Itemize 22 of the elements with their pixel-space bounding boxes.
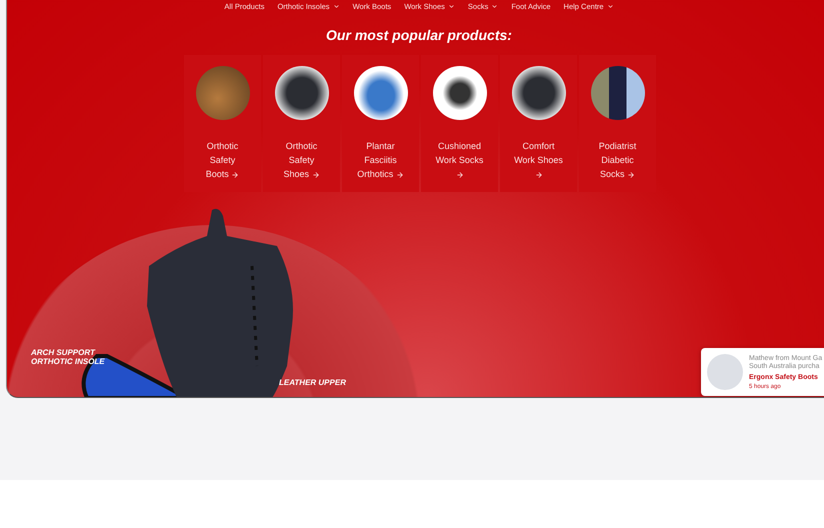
product-photo [274,66,328,120]
arrow-right-icon [534,170,542,179]
product-card[interactable]: Podiatrist Diabetic Socks [579,55,656,192]
feature-label: ARCH SUPPORT ORTHOTIC INSOLE [31,348,106,366]
arrow-right-icon [456,170,464,179]
product-card[interactable]: Comfort Work Shoes [500,55,577,192]
feature-label: LEATHER UPPER [279,378,347,387]
product-photo [354,66,408,120]
arrow-right-icon [231,170,240,179]
arrow-right-icon [312,170,320,179]
arrow-right-icon [396,170,404,179]
product-card[interactable]: Orthotic Safety Boots [184,55,261,192]
product-photo [707,354,743,390]
product-photo [432,66,486,120]
product-card[interactable]: Plantar Fasciitis Orthotics [342,55,419,192]
product-photo [512,66,566,120]
product-card[interactable]: Cushioned Work Socks [421,55,498,192]
product-photo [590,66,644,120]
product-card[interactable]: Orthotic Safety Shoes [263,55,340,192]
arrow-right-icon [627,170,636,179]
section-heading: Our most popular products: [325,27,513,43]
product-photo [196,66,250,120]
